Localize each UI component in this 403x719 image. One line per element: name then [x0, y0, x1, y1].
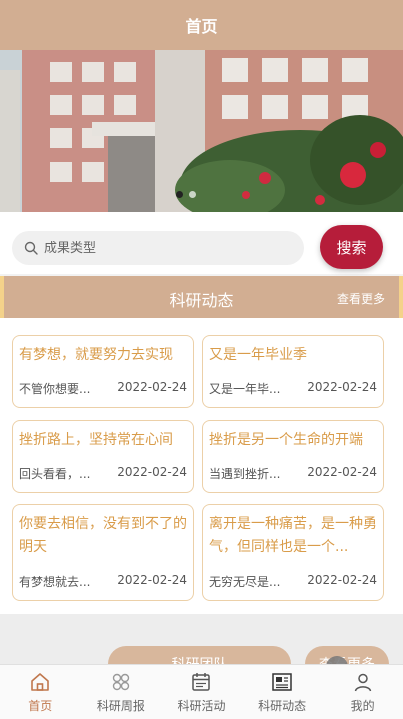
user-icon	[354, 673, 371, 692]
carousel-indicators[interactable]	[176, 191, 196, 198]
search-section: 搜索	[0, 212, 403, 274]
top-navigation-bar: 首页	[0, 0, 403, 50]
tab-research-activities[interactable]: 科研活动	[161, 665, 242, 719]
carousel-dot-1[interactable]	[176, 191, 183, 198]
news-card[interactable]: 你要去相信，没有到不了的明天 有梦想就去... 2022-02-24	[12, 504, 194, 601]
news-card[interactable]: 又是一年毕业季 又是一年毕... 2022-02-24	[202, 335, 384, 408]
newspaper-icon	[272, 673, 292, 691]
news-card-title: 你要去相信，没有到不了的明天	[19, 516, 187, 555]
news-card-title: 离开是一种痛苦，是一种勇气，但同样也是一个...	[209, 516, 377, 555]
search-box[interactable]	[12, 231, 304, 265]
carousel-dot-2[interactable]	[189, 191, 196, 198]
tab-research-news[interactable]: 科研动态	[242, 665, 323, 719]
grid-circles-icon	[112, 673, 130, 691]
news-card-excerpt: 当遇到挫折...	[209, 467, 281, 481]
calendar-icon	[192, 673, 211, 691]
news-card-excerpt: 不管你想要...	[19, 382, 91, 396]
view-more-link[interactable]: 查看更多	[337, 290, 385, 307]
news-card-date: 2022-02-24	[307, 465, 377, 479]
news-card-date: 2022-02-24	[307, 380, 377, 394]
news-card-excerpt: 无穷无尽是...	[209, 575, 281, 589]
news-card-title: 挫折是另一个生命的开端	[209, 432, 363, 448]
search-icon	[24, 241, 38, 255]
news-card[interactable]: 离开是一种痛苦，是一种勇气，但同样也是一个... 无穷无尽是... 2022-02…	[202, 504, 384, 601]
news-card-grid: 有梦想，就要努力去实现 不管你想要... 2022-02-24 又是一年毕业季 又…	[0, 318, 403, 614]
tab-label: 我的	[350, 699, 375, 713]
search-button[interactable]: 搜索	[320, 225, 383, 269]
tab-profile[interactable]: 我的	[322, 665, 403, 719]
news-card-date: 2022-02-24	[117, 573, 187, 587]
news-card-date: 2022-02-24	[117, 465, 187, 479]
tab-weekly-report[interactable]: 科研周报	[81, 665, 162, 719]
news-card-excerpt: 有梦想就去...	[19, 575, 91, 589]
news-card-title: 挫折路上，坚持常在心间	[19, 432, 173, 448]
search-input[interactable]	[44, 240, 284, 256]
tab-label: 科研周报	[96, 699, 145, 713]
news-card[interactable]: 挫折路上，坚持常在心间 回头看看，... 2022-02-24	[12, 420, 194, 493]
news-card[interactable]: 有梦想，就要努力去实现 不管你想要... 2022-02-24	[12, 335, 194, 408]
page-title: 首页	[185, 17, 218, 36]
banner-carousel[interactable]	[0, 50, 403, 212]
banner-image	[0, 50, 403, 212]
news-card-title: 有梦想，就要努力去实现	[19, 347, 173, 363]
news-card-date: 2022-02-24	[117, 380, 187, 394]
news-card-title: 又是一年毕业季	[209, 347, 307, 363]
research-news-header: 科研动态 查看更多	[0, 276, 403, 318]
news-card-date: 2022-02-24	[307, 573, 377, 587]
tab-home[interactable]: 首页	[0, 665, 81, 719]
bottom-tab-bar: 首页 科研周报 科研活动 科研动态 我的	[0, 664, 403, 719]
tab-label: 首页	[28, 699, 53, 713]
news-card[interactable]: 挫折是另一个生命的开端 当遇到挫折... 2022-02-24	[202, 420, 384, 493]
home-icon	[31, 673, 50, 691]
tab-label: 科研动态	[258, 699, 307, 713]
tab-label: 科研活动	[177, 699, 226, 713]
news-card-excerpt: 回头看看，...	[19, 467, 91, 481]
news-card-excerpt: 又是一年毕...	[209, 382, 281, 396]
